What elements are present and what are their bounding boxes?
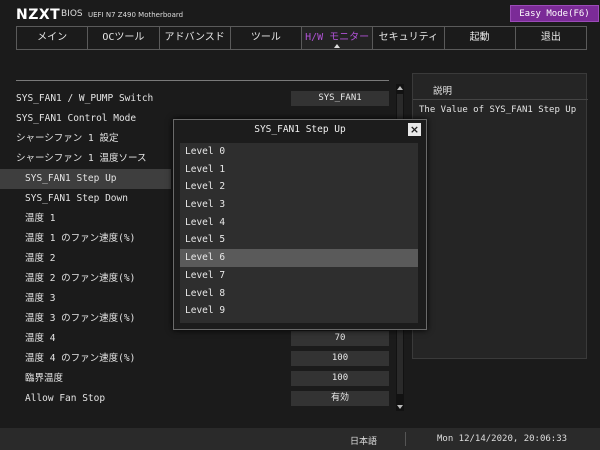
tab-3[interactable]: ツール <box>230 26 302 50</box>
language-selector[interactable]: 日本語 <box>350 434 377 447</box>
tab-1[interactable]: OCツール <box>88 26 160 50</box>
setting-label: SYS_FAN1 Step Down <box>25 193 128 204</box>
setting-row[interactable]: 温度 4 70 <box>0 329 395 349</box>
dialog-option[interactable]: Level 0 <box>180 143 418 161</box>
header: NZXT BIOS UEFI N7 Z490 Motherboard Easy … <box>0 0 600 25</box>
setting-label: 温度 3 のファン速度(%) <box>25 313 136 324</box>
setting-row[interactable]: Allow Fan Stop 有効 <box>0 389 395 409</box>
setting-value[interactable]: 100 <box>291 371 389 386</box>
setting-value[interactable]: 70 <box>291 331 389 346</box>
tab-label: セキュリティ <box>378 32 439 43</box>
help-text: The Value of SYS_FAN1 Step Up <box>419 105 577 115</box>
main-tabs: メイン OCツール アドバンスド ツール H/W モニター セキュリティ 起動 退出 <box>16 26 587 50</box>
tab-label: 起動 <box>469 32 490 43</box>
setting-row[interactable]: 温度 4 のファン速度(%) 100 <box>0 349 395 369</box>
help-divider <box>413 99 588 100</box>
tab-label: 退出 <box>540 32 561 43</box>
list-divider <box>16 80 389 81</box>
tab-4[interactable]: H/W モニター <box>302 26 374 50</box>
tab-label: アドバンスド <box>164 32 225 43</box>
status-bar: 日本語 Mon 12/14/2020, 20:06:33 <box>0 428 600 450</box>
setting-label: 温度 4 <box>25 333 56 344</box>
setting-label: シャーシファン 1 設定 <box>16 133 119 144</box>
scroll-down-icon[interactable] <box>397 405 403 409</box>
setting-value[interactable]: 有効 <box>291 391 389 406</box>
setting-label: 温度 4 のファン速度(%) <box>25 353 136 364</box>
tab-label: ツール <box>250 32 281 43</box>
easy-mode-button[interactable]: Easy Mode(F6) <box>510 5 599 22</box>
caret-up-icon <box>334 44 341 48</box>
setting-label: SYS_FAN1 Control Mode <box>16 113 137 124</box>
nzxt-logo: NZXT <box>16 7 61 23</box>
tab-label: H/W モニター <box>305 32 370 43</box>
setting-label: 温度 2 のファン速度(%) <box>25 273 136 284</box>
setting-label: SYS_FAN1 / W_PUMP Switch <box>16 93 154 104</box>
tab-6[interactable]: 起動 <box>444 26 516 50</box>
setting-label: 温度 1 のファン速度(%) <box>25 233 136 244</box>
dialog-option[interactable]: Level 9 <box>180 302 418 320</box>
dialog-option[interactable]: Level 4 <box>180 214 418 232</box>
setting-label: 温度 3 <box>25 293 56 304</box>
setting-label: 温度 2 <box>25 253 56 264</box>
tab-label: メイン <box>37 32 68 43</box>
setting-value[interactable]: 100 <box>291 351 389 366</box>
scroll-up-icon[interactable] <box>397 86 403 90</box>
bios-label: BIOS <box>61 9 83 19</box>
setting-label: SYS_FAN1 Step Up <box>25 173 117 184</box>
system-datetime: Mon 12/14/2020, 20:06:33 <box>437 434 568 444</box>
status-divider <box>405 432 406 446</box>
setting-row[interactable]: 臨界温度 100 <box>0 369 395 389</box>
tab-5[interactable]: セキュリティ <box>373 26 445 50</box>
help-title: 説明 <box>433 86 453 97</box>
tab-0[interactable]: メイン <box>16 26 89 50</box>
tab-2[interactable]: アドバンスド <box>159 26 231 50</box>
tab-label: OCツール <box>102 32 145 43</box>
dialog-option[interactable]: Level 1 <box>180 161 418 179</box>
dialog-option[interactable]: Level 8 <box>180 285 418 303</box>
setting-label: シャーシファン 1 温度ソース <box>16 153 147 164</box>
dialog-option[interactable]: Level 7 <box>180 267 418 285</box>
setting-value[interactable]: SYS_FAN1 <box>291 91 389 106</box>
setting-row[interactable]: SYS_FAN1 Step Up <box>0 169 171 189</box>
dialog-option[interactable]: Level 6 <box>180 249 418 267</box>
dialog-option[interactable]: Level 3 <box>180 196 418 214</box>
dialog-option[interactable]: Level 5 <box>180 231 418 249</box>
step-up-dialog: SYS_FAN1 Step Up × Level 0 Level 1 Level 2… <box>173 119 427 330</box>
motherboard-subtitle: UEFI N7 Z490 Motherboard <box>88 11 184 19</box>
setting-label: 臨界温度 <box>25 373 64 384</box>
help-panel: 説明 The Value of SYS_FAN1 Step Up <box>412 73 588 359</box>
setting-label: 温度 1 <box>25 213 56 224</box>
setting-row[interactable]: SYS_FAN1 / W_PUMP Switch SYS_FAN1 <box>0 89 395 109</box>
tab-7[interactable]: 退出 <box>515 26 587 50</box>
dialog-title: SYS_FAN1 Step Up <box>254 124 346 135</box>
dialog-option[interactable]: Level 2 <box>180 178 418 196</box>
setting-label: Allow Fan Stop <box>25 393 106 404</box>
dialog-option-list: Level 0 Level 1 Level 2 Level 3 Level 4 Level… <box>180 143 418 323</box>
close-icon[interactable]: × <box>408 123 421 136</box>
